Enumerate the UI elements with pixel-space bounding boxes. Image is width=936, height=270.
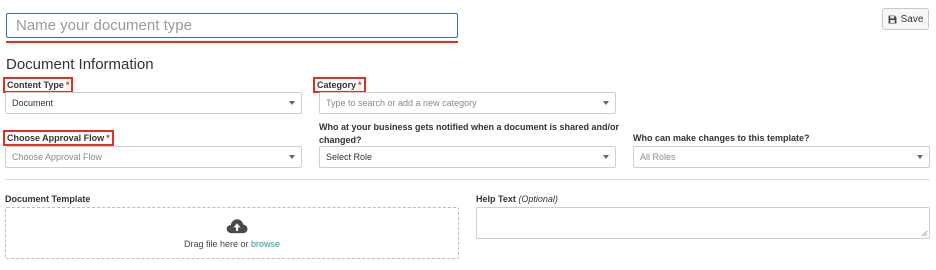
save-button[interactable]: Save: [882, 8, 929, 30]
caret-down-icon: [289, 155, 295, 159]
save-button-label: Save: [900, 13, 924, 25]
cloud-upload-icon: [226, 219, 248, 234]
caret-down-icon: [603, 101, 609, 105]
category-label: Category *: [313, 77, 366, 93]
approval-flow-select[interactable]: Choose Approval Flow: [5, 146, 302, 168]
document-template-label: Document Template: [5, 194, 91, 204]
caret-down-icon: [289, 101, 295, 105]
editors-role-value: All Roles: [640, 152, 676, 162]
category-select[interactable]: Type to search or add a new category: [319, 92, 616, 114]
resize-handle-icon[interactable]: [921, 230, 928, 237]
help-text-textarea[interactable]: [476, 207, 930, 239]
section-divider: [5, 179, 930, 180]
notified-role-select[interactable]: Select Role: [319, 146, 616, 168]
required-asterisk: *: [106, 133, 110, 143]
notified-label: Who at your business gets notified when …: [319, 122, 620, 145]
editors-label: Who can make changes to this template?: [633, 133, 810, 143]
floppy-disk-icon: [888, 15, 897, 23]
file-dropzone[interactable]: Drag file here or browse: [5, 207, 459, 259]
approval-flow-label: Choose Approval Flow *: [3, 130, 114, 146]
content-type-select[interactable]: Document: [5, 92, 302, 114]
caret-down-icon: [917, 155, 923, 159]
optional-tag: (Optional): [518, 194, 558, 204]
required-asterisk: *: [65, 80, 70, 90]
caret-down-icon: [603, 155, 609, 159]
required-asterisk: *: [358, 80, 362, 90]
editors-role-select[interactable]: All Roles: [633, 146, 930, 168]
browse-link[interactable]: browse: [251, 239, 280, 249]
content-type-label: Content Type *: [3, 77, 74, 93]
approval-flow-placeholder: Choose Approval Flow: [12, 152, 103, 162]
section-title: Document Information: [6, 56, 154, 73]
help-text-label: Help Text (Optional): [476, 194, 558, 204]
dropzone-text: Drag file here or browse: [183, 239, 281, 249]
name-required-underline: [6, 41, 458, 43]
category-placeholder: Type to search or add a new category: [326, 98, 477, 108]
notified-role-placeholder: Select Role: [326, 152, 373, 162]
content-type-value: Document: [12, 98, 54, 108]
document-type-name-input[interactable]: [6, 13, 458, 38]
